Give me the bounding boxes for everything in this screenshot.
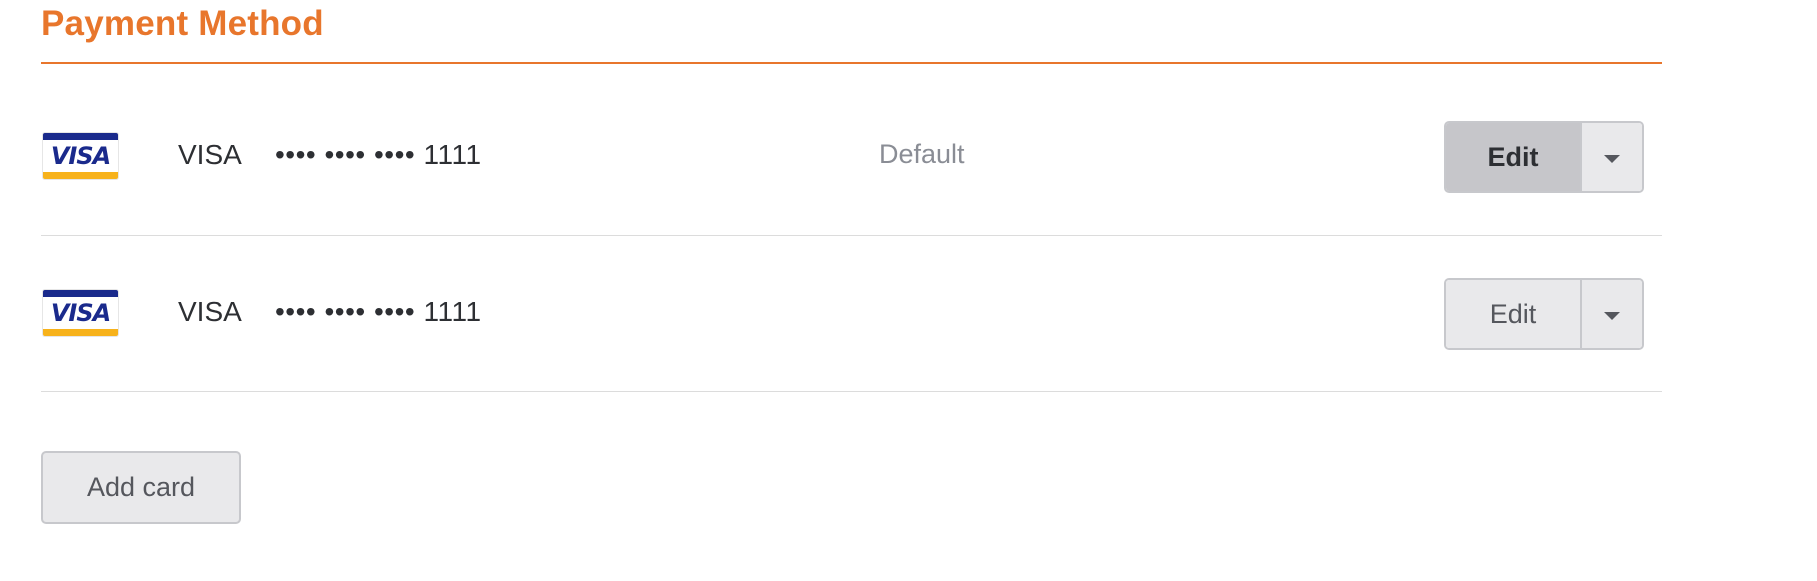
card-actions-split-button: Edit	[1444, 278, 1644, 350]
card-number: •••• •••• •••• 1111	[275, 296, 482, 327]
edit-button[interactable]: Edit	[1446, 280, 1582, 348]
visa-icon: VISA	[43, 133, 118, 179]
card-row: VISA VISA •••• •••• •••• 1111 Default Ed…	[41, 80, 1662, 236]
add-card-button[interactable]: Add card	[41, 451, 241, 524]
visa-icon: VISA	[43, 290, 118, 336]
default-label: Default	[879, 139, 965, 169]
visa-logo-top-band	[43, 133, 118, 140]
section-title: Payment Method	[41, 4, 324, 43]
chevron-down-icon	[1604, 154, 1620, 163]
visa-logo-wordmark: VISA	[50, 299, 111, 327]
row-divider	[41, 391, 1662, 392]
card-brand: VISA	[178, 296, 242, 327]
chevron-down-icon	[1604, 311, 1620, 320]
card-actions-dropdown-toggle[interactable]	[1582, 280, 1642, 348]
edit-button[interactable]: Edit	[1446, 123, 1582, 191]
visa-logo-wordmark: VISA	[50, 142, 111, 170]
card-actions-split-button: Edit	[1444, 121, 1644, 193]
card-row: VISA VISA •••• •••• •••• 1111 Edit	[41, 236, 1662, 392]
visa-logo-bottom-band	[43, 329, 118, 336]
payment-method-section: Payment Method VISA VISA •••• •••• •••• …	[0, 0, 1817, 581]
card-brand: VISA	[178, 139, 242, 170]
card-number: •••• •••• •••• 1111	[275, 139, 482, 170]
visa-logo-bottom-band	[43, 172, 118, 179]
visa-logo-top-band	[43, 290, 118, 297]
card-actions-dropdown-toggle[interactable]	[1582, 123, 1642, 191]
title-divider	[41, 62, 1662, 64]
